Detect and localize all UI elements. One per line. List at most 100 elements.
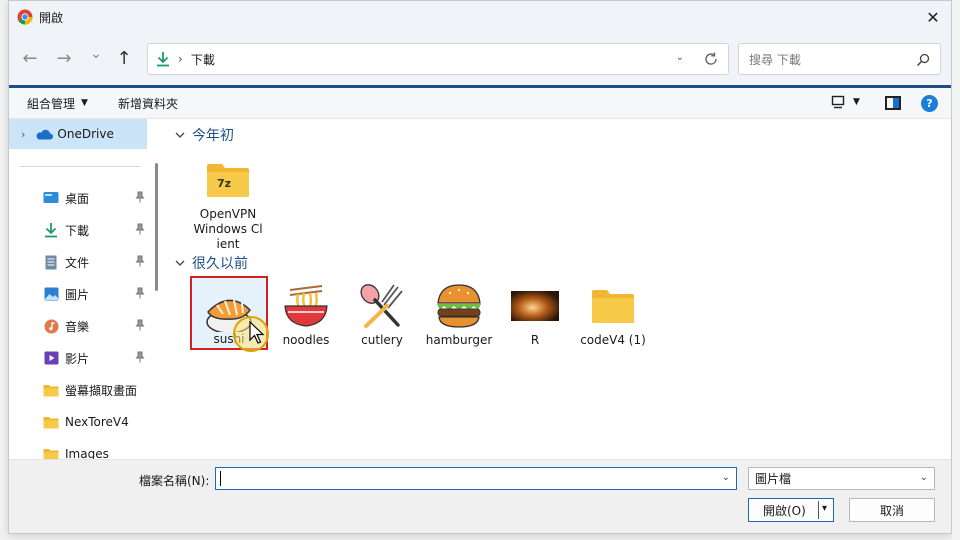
pin-icon [135, 319, 145, 331]
sidebar-item-label: Images [65, 447, 109, 459]
forward-arrow-icon: → [56, 47, 72, 69]
cancel-button[interactable]: 取消 [849, 498, 935, 522]
sidebar-item-nextorev4[interactable]: NexToreV4 [9, 407, 154, 437]
search-icon [916, 53, 930, 67]
sidebar-item-documents[interactable]: 文件 [9, 247, 154, 277]
cutlery-icon [356, 281, 408, 331]
text-caret [220, 471, 221, 486]
sidebar-item-pictures[interactable]: 圖片 [9, 279, 154, 309]
split-divider [818, 501, 819, 519]
chevron-down-icon [175, 132, 185, 138]
help-button[interactable]: ? [921, 95, 938, 112]
organize-label: 組合管理 [27, 96, 76, 111]
chevron-down-icon [175, 260, 185, 266]
onedrive-cloud-icon [36, 129, 54, 139]
view-options-icon [831, 95, 845, 109]
file-item-hamburger[interactable]: hamburger [420, 281, 498, 348]
sidebar-item-desktop[interactable]: 桌面 [9, 183, 154, 213]
pin-icon [135, 255, 145, 267]
filename-label: 檔案名稱(N): [139, 474, 210, 488]
address-bar[interactable]: › 下載 ⌄ [147, 43, 729, 75]
file-type-value: 圖片檔 [755, 472, 792, 486]
search-input[interactable]: 搜尋 下載 [738, 43, 941, 75]
open-button-label: 開啟(O) [763, 503, 806, 518]
navigation-pane: › OneDrive 桌面 下載 文件 圖片 音樂 影片 螢幕擷取畫面 NexT… [9, 119, 164, 459]
back-button[interactable]: ← [17, 45, 43, 71]
file-list: 今年初 7z OpenVPN Windows Client 很久以前 sushi… [164, 119, 951, 459]
sidebar-item-label: 螢幕擷取畫面 [65, 383, 138, 398]
sidebar-item-videos[interactable]: 影片 [9, 343, 154, 373]
new-folder-button[interactable]: 新增資料夾 [118, 95, 178, 112]
sidebar-scrollbar[interactable] [155, 163, 158, 291]
up-button[interactable]: ↑ [111, 45, 137, 71]
sidebar-item-downloads[interactable]: 下載 [9, 215, 154, 245]
file-type-select[interactable]: 圖片檔 ⌄ [748, 467, 935, 490]
group-header-early-this-year[interactable]: 今年初 [174, 125, 234, 145]
sidebar-item-label: 音樂 [65, 319, 90, 334]
group-label: 很久以前 [192, 256, 248, 272]
sidebar-item-label: 桌面 [65, 191, 90, 206]
file-name: noodles [282, 333, 330, 347]
recent-locations-button[interactable]: ⌄ [83, 41, 109, 67]
open-button[interactable]: 開啟(O) ▾ [748, 498, 834, 522]
file-item-r[interactable]: R [496, 281, 574, 348]
close-icon: ✕ [926, 7, 940, 27]
open-options-caret-icon[interactable]: ▾ [822, 503, 827, 514]
close-button[interactable]: ✕ [921, 5, 945, 29]
sidebar-item-label: 影片 [65, 351, 90, 366]
sidebar-item-music[interactable]: 音樂 [9, 311, 154, 341]
pin-icon [135, 191, 145, 203]
chevron-down-icon: ⌄ [90, 46, 102, 62]
file-item-noodles[interactable]: noodles [267, 281, 345, 348]
chevron-down-icon[interactable]: ⌄ [722, 472, 730, 483]
videos-icon [43, 350, 59, 366]
back-arrow-icon: ← [22, 47, 38, 69]
download-icon [43, 222, 59, 238]
sidebar-divider [19, 166, 141, 167]
breadcrumb-downloads[interactable]: 下載 [191, 51, 215, 68]
breadcrumb-separator: › [178, 52, 183, 66]
sidebar-item-label: NexToreV4 [65, 415, 129, 429]
image-thumbnail-icon [509, 281, 561, 331]
view-caret-icon: ▼ [853, 97, 860, 107]
organize-button[interactable]: 組合管理 ▼ [27, 95, 88, 112]
sidebar-item-screenshots[interactable]: 螢幕擷取畫面 [9, 375, 154, 405]
file-item-codev4[interactable]: codeV4 (1) [574, 281, 652, 348]
expand-chevron-icon[interactable]: › [21, 128, 25, 141]
file-name: cutlery [361, 333, 403, 347]
background-strip [952, 0, 960, 540]
sidebar-item-label: 文件 [65, 255, 90, 270]
open-file-dialog: 開啟 ✕ ← → ⌄ ↑ › 下載 ⌄ 搜尋 下載 組合管理 ▼ 新增資料夾 ▼… [8, 0, 952, 534]
folder-icon [43, 382, 59, 398]
folder-icon [43, 414, 59, 430]
folder-icon [587, 281, 639, 331]
filename-input[interactable]: ⌄ [215, 467, 737, 490]
pin-icon [135, 223, 145, 235]
mouse-pointer-icon [249, 321, 265, 344]
sidebar-item-images[interactable]: Images [9, 439, 154, 459]
document-icon [43, 254, 59, 270]
preview-pane-button[interactable] [885, 96, 901, 110]
up-arrow-icon: ↑ [116, 47, 132, 69]
refresh-icon[interactable] [702, 50, 720, 68]
change-view-button[interactable]: ▼ [831, 95, 860, 109]
command-bar: 組合管理 ▼ 新增資料夾 ▼ ? [9, 85, 951, 119]
desktop-icon [43, 190, 59, 206]
group-header-long-ago[interactable]: 很久以前 [174, 253, 248, 273]
file-item-cutlery[interactable]: cutlery [343, 281, 421, 348]
chevron-down-icon: ⌄ [919, 472, 928, 483]
file-item-openvpn[interactable]: 7z OpenVPN Windows Client [189, 155, 267, 252]
sidebar-item-label: 圖片 [65, 287, 90, 302]
svg-text:7z: 7z [217, 177, 231, 190]
chrome-icon [17, 9, 33, 25]
file-name: OpenVPN Windows Client [193, 207, 263, 251]
pin-icon [135, 287, 145, 299]
pin-icon [135, 351, 145, 363]
pictures-icon [43, 286, 59, 302]
forward-button[interactable]: → [51, 45, 77, 71]
hamburger-icon [433, 281, 485, 331]
file-name: hamburger [425, 333, 493, 347]
help-icon: ? [926, 97, 933, 110]
sidebar-item-onedrive[interactable]: › OneDrive [9, 119, 147, 149]
address-history-dropdown[interactable]: ⌄ [676, 52, 684, 63]
